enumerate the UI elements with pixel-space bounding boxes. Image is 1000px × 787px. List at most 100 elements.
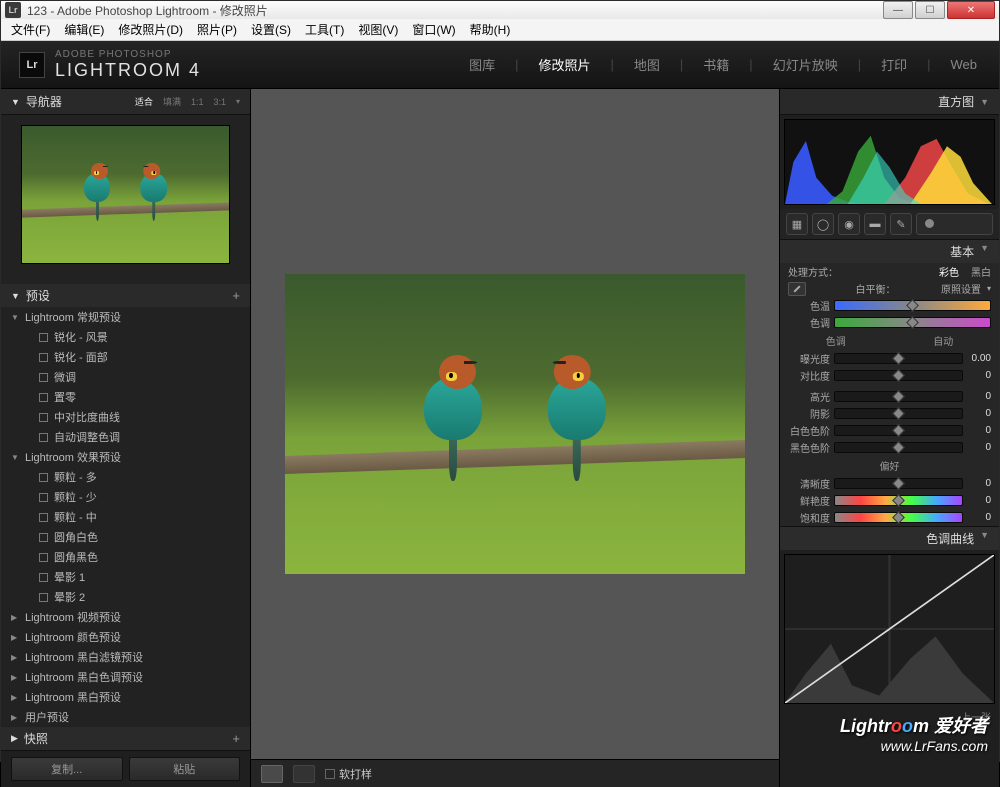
blacks-value[interactable]: 0: [967, 442, 991, 453]
preset-item[interactable]: 圆角黑色: [1, 547, 250, 567]
highlights-value[interactable]: 0: [967, 391, 991, 402]
navigator-header[interactable]: ▼ 导航器 适合 填满 1:1 3:1 ▾: [1, 89, 250, 115]
preset-item[interactable]: 颗粒 - 多: [1, 467, 250, 487]
zoom-fill[interactable]: 填满: [163, 95, 181, 108]
preset-item[interactable]: 微调: [1, 367, 250, 387]
preset-icon: [39, 533, 48, 542]
zoom-3-1[interactable]: 3:1: [213, 97, 226, 107]
minimize-button[interactable]: —: [883, 1, 913, 19]
tint-slider[interactable]: [834, 317, 991, 328]
contrast-value[interactable]: 0: [967, 370, 991, 381]
module-tab[interactable]: 地图: [630, 53, 664, 76]
add-preset-button[interactable]: +: [232, 288, 240, 303]
auto-button[interactable]: 自动: [933, 333, 953, 348]
saturation-slider[interactable]: [834, 512, 963, 523]
menu-item[interactable]: 工具(T): [299, 19, 350, 40]
presets-header[interactable]: ▼ 预设 +: [1, 284, 250, 307]
preset-item[interactable]: 置零: [1, 387, 250, 407]
histogram-header[interactable]: 直方图 ▼: [780, 89, 999, 115]
menu-item[interactable]: 视图(V): [352, 19, 404, 40]
clarity-slider[interactable]: [834, 478, 963, 489]
presets-list[interactable]: ▼Lightroom 常规预设锐化 - 风景锐化 - 面部微调置零中对比度曲线自…: [1, 307, 250, 727]
preset-item[interactable]: 中对比度曲线: [1, 407, 250, 427]
loupe-view-button[interactable]: [261, 765, 283, 783]
treatment-bw[interactable]: 黑白: [971, 264, 991, 279]
preset-group[interactable]: ▶用户预设: [1, 707, 250, 727]
dropdown-icon[interactable]: ▾: [987, 284, 991, 293]
brush-tool[interactable]: ✎: [890, 213, 912, 235]
preset-group[interactable]: ▶Lightroom 黑白滤镜预设: [1, 647, 250, 667]
compare-view-button[interactable]: [293, 765, 315, 783]
temp-slider[interactable]: [834, 300, 991, 311]
image-viewport[interactable]: [251, 89, 779, 759]
preset-item[interactable]: 自动调整色调: [1, 427, 250, 447]
paste-button[interactable]: 粘贴: [129, 757, 241, 781]
grad-tool[interactable]: ▬: [864, 213, 886, 235]
exposure-slider[interactable]: [834, 353, 963, 364]
preset-item[interactable]: 锐化 - 风景: [1, 327, 250, 347]
menu-item[interactable]: 帮助(H): [464, 19, 517, 40]
preset-group[interactable]: ▶Lightroom 黑白色调预设: [1, 667, 250, 687]
preset-item[interactable]: 晕影 2: [1, 587, 250, 607]
prev-next-nav[interactable]: 上一张: [780, 708, 999, 725]
menu-item[interactable]: 照片(P): [191, 19, 243, 40]
eyedropper-tool[interactable]: [788, 282, 806, 296]
menu-item[interactable]: 文件(F): [5, 19, 56, 40]
treatment-color[interactable]: 彩色: [939, 264, 959, 279]
navigator-thumb[interactable]: [1, 115, 250, 284]
contrast-slider[interactable]: [834, 370, 963, 381]
module-tab[interactable]: 图库: [465, 53, 499, 76]
module-tab[interactable]: 书籍: [699, 53, 733, 76]
copy-button[interactable]: 复制...: [11, 757, 123, 781]
preset-item[interactable]: 晕影 1: [1, 567, 250, 587]
menu-item[interactable]: 编辑(E): [58, 19, 110, 40]
preset-group[interactable]: ▶Lightroom 视频预设: [1, 607, 250, 627]
presence-label: 偏好: [880, 458, 900, 473]
blacks-slider[interactable]: [834, 442, 963, 453]
highlights-slider[interactable]: [834, 391, 963, 402]
whites-slider[interactable]: [834, 425, 963, 436]
zoom-1-1[interactable]: 1:1: [191, 97, 204, 107]
module-tab[interactable]: Web: [947, 55, 982, 74]
snapshots-header[interactable]: ▶ 快照 +: [1, 727, 250, 750]
tonecurve-header[interactable]: 色调曲线▼: [780, 527, 999, 550]
crop-tool[interactable]: ▦: [786, 213, 808, 235]
preset-icon: [39, 353, 48, 362]
maximize-button[interactable]: ☐: [915, 1, 945, 19]
preset-item[interactable]: 颗粒 - 少: [1, 487, 250, 507]
whites-value[interactable]: 0: [967, 425, 991, 436]
softproof-checkbox[interactable]: 软打样: [325, 766, 372, 782]
menu-item[interactable]: 修改照片(D): [112, 19, 189, 40]
preset-item[interactable]: 圆角白色: [1, 527, 250, 547]
basic-header[interactable]: 基本▼: [780, 240, 999, 263]
tone-curve[interactable]: [784, 554, 995, 704]
preset-item[interactable]: 颗粒 - 中: [1, 507, 250, 527]
spot-tool[interactable]: ◯: [812, 213, 834, 235]
exposure-value[interactable]: 0.00: [967, 353, 991, 364]
redeye-tool[interactable]: ◉: [838, 213, 860, 235]
zoom-more-icon[interactable]: ▾: [236, 97, 240, 106]
shadows-value[interactable]: 0: [967, 408, 991, 419]
close-button[interactable]: ✕: [947, 1, 995, 19]
chevron-down-icon: ▼: [11, 97, 20, 107]
clarity-value[interactable]: 0: [967, 478, 991, 489]
module-tab[interactable]: 打印: [877, 53, 911, 76]
preset-group[interactable]: ▶Lightroom 颜色预设: [1, 627, 250, 647]
shadows-slider[interactable]: [834, 408, 963, 419]
module-tab[interactable]: 幻灯片放映: [769, 53, 842, 76]
add-snapshot-button[interactable]: +: [232, 731, 240, 746]
preset-group[interactable]: ▼Lightroom 效果预设: [1, 447, 250, 467]
histogram[interactable]: [784, 119, 995, 205]
preset-group[interactable]: ▶Lightroom 黑白预设: [1, 687, 250, 707]
preset-item[interactable]: 锐化 - 面部: [1, 347, 250, 367]
slider-tool[interactable]: [916, 213, 993, 235]
module-tab[interactable]: 修改照片: [534, 53, 594, 76]
vibrance-slider[interactable]: [834, 495, 963, 506]
vibrance-value[interactable]: 0: [967, 495, 991, 506]
menu-item[interactable]: 设置(S): [245, 19, 297, 40]
preset-group[interactable]: ▼Lightroom 常规预设: [1, 307, 250, 327]
zoom-fit[interactable]: 适合: [135, 95, 153, 108]
saturation-value[interactable]: 0: [967, 512, 991, 523]
wb-select[interactable]: 原照设置: [941, 281, 981, 296]
menu-item[interactable]: 窗口(W): [406, 19, 461, 40]
